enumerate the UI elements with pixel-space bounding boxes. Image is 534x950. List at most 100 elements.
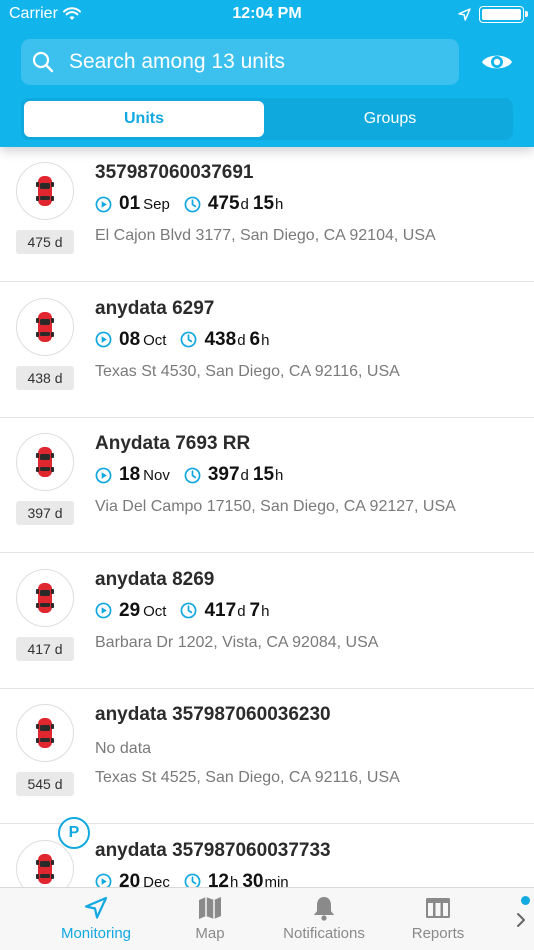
duration-major-unit: d [237,602,246,620]
duration-major-unit: d [237,331,246,349]
duration-minor: 7 [249,599,261,621]
duration-minor-unit: h [261,602,270,620]
duration-minor: 6 [249,328,261,350]
header: Carrier 12:04 PM Search among 13 units U… [0,0,534,147]
status-bar: Carrier 12:04 PM [0,0,534,30]
inactivity-badge: 545 d [16,772,74,796]
car-icon [36,718,54,748]
last-message-icon [95,873,112,887]
duration-major: 438 [204,328,237,350]
duration-major: 12 [207,870,229,888]
last-day: 29 [119,599,141,621]
unit-stats: 18 Nov 397 d 15 h [95,464,283,486]
duration-minor-unit: min [264,873,289,888]
tab-label: Notifications [283,925,365,942]
clock: 12:04 PM [232,5,302,22]
unit-row[interactable]: 545 d anydata 357987060036230 No data Texas… [0,688,534,824]
unit-name: anydata 6297 [95,297,215,319]
search-placeholder: Search among 13 units [69,50,285,73]
tab-label: Monitoring [60,925,132,942]
last-day: 20 [119,870,141,888]
unit-row[interactable]: 397 d Anydata 7693 RR 18 Nov 397 d 15 h Via Del … [0,417,534,553]
car-icon [36,853,54,884]
last-day: 18 [119,464,141,485]
unit-stats: 20 Dec 12 h 30 min [95,870,289,888]
unit-stats: 08 Oct 438 d 6 h [95,329,269,351]
unit-address: Texas St 4530, San Diego, CA 92116, USA [95,362,400,380]
duration-minor: 30 [242,870,264,888]
tab-reports[interactable]: Reports [405,888,471,950]
unit-row[interactable]: 438 d anydata 6297 08 Oct 438 d 6 h Texas St 453… [0,282,534,418]
clock-icon [184,467,201,483]
car-icon [36,176,54,206]
segmented-control: Units Groups [21,98,513,140]
unit-stats: 29 Oct 417 d 7 h [95,600,269,622]
search-input[interactable]: Search among 13 units [21,39,459,85]
last-day: 08 [119,328,141,350]
tab-map[interactable]: Map [185,888,235,950]
last-message-icon [95,196,112,212]
duration-minor: 15 [252,464,275,485]
unit-name: 357987060037691 [95,162,254,183]
navigation-arrow-icon [84,896,108,919]
unit-row[interactable]: 475 d 357987060037691 01 Sep 475 d 15 h El Cajon… [0,147,534,282]
last-month: Dec [143,873,170,888]
duration-minor-unit: h [261,331,270,349]
car-icon [36,447,54,477]
unit-name: anydata 8269 [95,568,215,590]
unit-row[interactable]: 417 d anydata 8269 29 Oct 417 d 7 h Barbara Dr 1… [0,553,534,689]
duration-major: 397 [207,464,240,485]
unit-avatar [16,433,74,491]
unit-row[interactable]: Panydata 357987060037733 20 Dec 12 h 30 min [0,816,534,888]
unit-name: anydata 357987060037733 [95,839,331,861]
unit-name: Anydata 7693 RR [95,433,251,454]
duration-major: 417 [204,599,237,621]
search-icon [32,51,54,73]
inactivity-badge: 475 d [16,230,74,254]
last-message-icon [95,602,112,619]
visibility-toggle-button[interactable] [477,46,517,78]
unit-avatar [16,162,74,220]
duration-major-unit: h [229,873,239,888]
unit-name: anydata 357987060036230 [95,704,331,725]
unit-avatar [16,297,74,356]
clock-icon [184,873,201,887]
unit-avatar [16,704,74,762]
last-day: 01 [119,193,141,214]
tab-bar: Monitoring Map Notifications Reports [0,887,534,950]
duration-minor-unit: h [275,467,284,484]
no-data-label: No data [95,740,152,757]
unit-address: Barbara Dr 1202, Vista, CA 92084, USA [95,633,379,651]
duration-minor: 15 [252,193,275,214]
location-arrow-icon [458,8,471,21]
last-message-icon [95,467,112,483]
map-icon [199,897,221,919]
tab-label: Map [195,925,225,942]
tab-monitoring[interactable]: Monitoring [56,888,136,950]
tab-groups[interactable]: Groups [270,101,510,137]
notification-dot [521,896,530,905]
clock-icon [181,331,197,348]
unit-address: El Cajon Blvd 3177, San Diego, CA 92104,… [95,227,436,244]
inactivity-badge: 438 d [16,365,74,390]
last-message-icon [95,331,112,348]
duration-major: 475 [207,193,240,214]
inactivity-badge: 417 d [16,636,74,661]
unit-address: Texas St 4525, San Diego, CA 92116, USA [95,769,400,786]
eye-icon [482,55,512,69]
bell-icon [314,897,334,921]
duration-major-unit: d [240,196,249,213]
parking-badge: P [58,816,90,849]
duration-minor-unit: h [275,196,284,213]
clock-icon [184,196,201,212]
tab-notifications[interactable]: Notifications [276,888,372,950]
reports-icon [426,898,450,918]
tab-units[interactable]: Units [24,101,264,137]
chevron-right-icon[interactable] [514,910,528,930]
duration-major-unit: d [240,467,249,484]
car-icon [36,582,54,613]
unit-avatar [16,568,74,627]
status-right [458,6,528,23]
last-month: Oct [143,331,167,349]
battery-icon [479,6,528,23]
